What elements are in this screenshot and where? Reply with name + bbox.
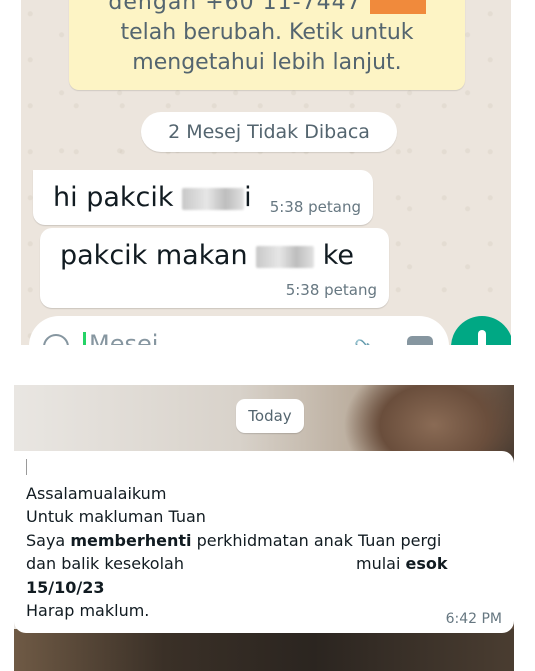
message-timestamp: 5:38 petang bbox=[285, 281, 377, 299]
message-text: hi pakcik i bbox=[53, 182, 252, 213]
message-bold-text: memberhenti bbox=[70, 531, 192, 550]
message-line: Harap maklum. bbox=[26, 601, 150, 620]
security-code-notice[interactable]: dengan +60 11-7447 telah berubah. Ketik … bbox=[69, 0, 465, 90]
message-text: perkhidmatan anak Tuan pergi bbox=[191, 531, 442, 550]
message-line: Untuk makluman Tuan bbox=[26, 507, 206, 526]
message-bold-text: esok bbox=[405, 554, 448, 573]
unread-messages-badge: 2 Mesej Tidak Dibaca bbox=[141, 112, 397, 152]
message-timestamp: 6:42 PM bbox=[445, 611, 502, 627]
notice-partial-line: dengan +60 11-7447 bbox=[69, 0, 465, 18]
attach-icon[interactable]: 📎 bbox=[354, 338, 379, 345]
message-text: pakcik makan ke bbox=[60, 240, 354, 271]
message-composer[interactable]: Mesej 📎 bbox=[29, 316, 449, 345]
message-text-start: hi pakcik bbox=[53, 182, 174, 213]
blurred-word bbox=[256, 245, 315, 268]
message-input[interactable]: Mesej bbox=[89, 330, 158, 345]
text-caret bbox=[26, 459, 27, 475]
incoming-message-bubble[interactable]: Assalamualaikum Untuk makluman Tuan Saya… bbox=[14, 451, 514, 633]
mic-icon bbox=[478, 330, 486, 345]
notice-line-3: mengetahui lebih lanjut. bbox=[132, 50, 402, 75]
message-date: 15/10/23 bbox=[26, 578, 105, 597]
blurred-name bbox=[182, 187, 245, 210]
redaction-bar bbox=[369, 0, 426, 14]
notice-partial-text: dengan +60 11-7447 bbox=[108, 0, 362, 15]
top-chat-screenshot: dengan +60 11-7447 telah berubah. Ketik … bbox=[21, 0, 511, 345]
message-line: Saya memberhenti perkhidmatan anak Tuan … bbox=[26, 531, 441, 551]
emoji-icon[interactable] bbox=[43, 334, 69, 345]
notice-line-2: telah berubah. Ketik untuk bbox=[120, 20, 414, 45]
incoming-message-bubble[interactable]: pakcik makan ke 5:38 petang bbox=[40, 228, 389, 308]
message-line: Assalamualaikum bbox=[26, 484, 167, 503]
date-chip: Today bbox=[236, 399, 304, 433]
message-text: Saya bbox=[26, 531, 71, 550]
message-line: mulai esok bbox=[356, 554, 448, 574]
message-line: dan balik kesekolah bbox=[26, 554, 184, 573]
message-timestamp: 5:38 petang bbox=[269, 198, 361, 216]
message-text-end: ke bbox=[322, 240, 355, 271]
incoming-message-bubble[interactable]: hi pakcik i 5:38 petang bbox=[33, 170, 373, 225]
message-text-start: pakcik makan bbox=[60, 240, 248, 271]
wallpaper-photo-bottom bbox=[14, 629, 514, 671]
bottom-chat-screenshot: Today Assalamualaikum Untuk makluman Tua… bbox=[14, 385, 514, 671]
camera-icon[interactable] bbox=[407, 336, 433, 345]
message-text: mulai bbox=[356, 554, 406, 573]
message-text-end: i bbox=[244, 182, 252, 213]
text-cursor bbox=[83, 332, 86, 345]
